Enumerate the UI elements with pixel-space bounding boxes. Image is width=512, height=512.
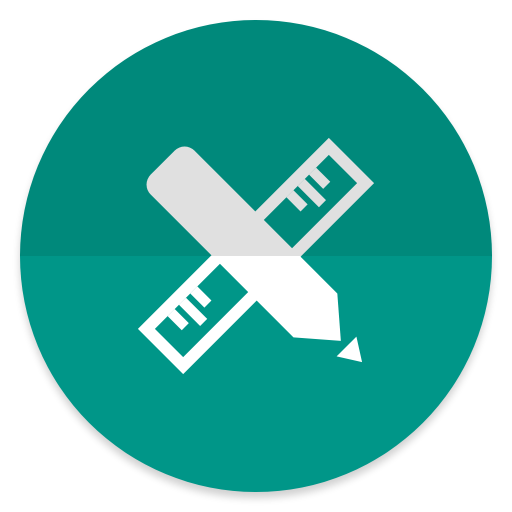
pencil-ruler-app-icon[interactable] bbox=[0, 0, 512, 512]
app-icon-stage bbox=[0, 0, 512, 512]
